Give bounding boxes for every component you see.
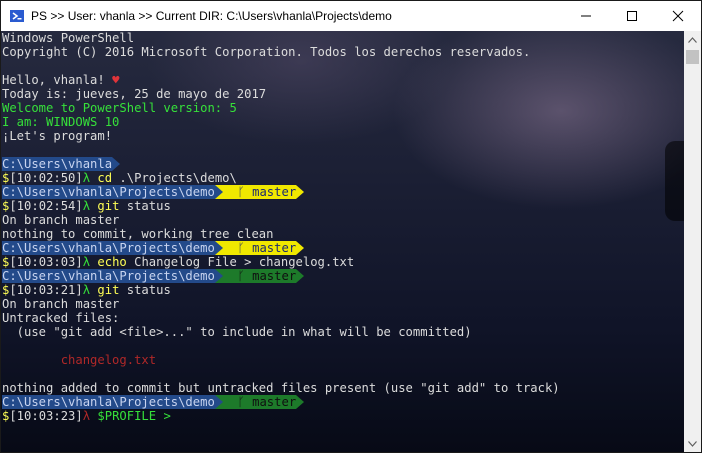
powershell-icon[interactable] (9, 8, 25, 24)
window-title: PS >> User: vhanla >> Current DIR: C:\Us… (31, 9, 392, 23)
command-line: $[10:03:03]λ echo Changelog File > chang… (2, 255, 685, 269)
prompt-path-segment: C:\Users\vhanla (2, 157, 113, 171)
git-branch-segment: ᚴ master (222, 269, 297, 283)
prompt-time: [10:02:50] (9, 171, 83, 185)
powerline-arrow-icon (214, 395, 223, 409)
command-line[interactable]: $[10:03:23]λ $PROFILE > (2, 409, 685, 423)
output-line: nothing to commit, working tree clean (2, 227, 274, 241)
prompt-path-line: C:\Users\vhanla (2, 157, 685, 171)
title-bar[interactable]: PS >> User: vhanla >> Current DIR: C:\Us… (1, 1, 701, 31)
command-name: git (97, 283, 120, 297)
command-name: echo (97, 255, 127, 269)
prompt-path-line: C:\Users\vhanla\Projects\demo ᚴ master (2, 241, 685, 255)
minimize-icon (581, 15, 591, 17)
header-line-1: Windows PowerShell (2, 31, 135, 45)
powerline-arrow-icon (296, 241, 305, 255)
letsgo-line: ¡Let's program! (2, 129, 113, 143)
powerline-arrow-icon (296, 395, 305, 409)
output-line: nothing added to commit but untracked fi… (2, 381, 560, 395)
output-line: On branch master (2, 297, 120, 311)
command-line: $[10:02:50]λ cd .\Projects\demo\ (2, 171, 685, 185)
powerline-arrow-icon (112, 157, 121, 171)
git-branch-segment: ᚴ master (222, 241, 297, 255)
command-args: .\Projects\demo\ (112, 171, 237, 185)
git-branch-name: master (244, 269, 297, 283)
prompt-path-segment: C:\Users\vhanla\Projects\demo (2, 185, 215, 199)
git-branch-icon: ᚴ (237, 395, 245, 409)
header-line-2: Copyright (C) 2016 Microsoft Corporation… (2, 45, 531, 59)
prompt-time: [10:03:21] (9, 283, 83, 297)
powerline-arrow-icon (214, 241, 223, 255)
minimize-button[interactable] (563, 1, 609, 31)
prompt-lambda: λ (82, 283, 98, 297)
command-args: status (119, 199, 171, 213)
prompt-path-segment: C:\Users\vhanla\Projects\demo (2, 395, 215, 409)
powerline-arrow-icon (296, 185, 305, 199)
greeting-line: Hello, vhanla! ♥ (2, 73, 685, 87)
prompt-path-line: C:\Users\vhanla\Projects\demo ᚴ master (2, 269, 685, 283)
prompt-path-line: C:\Users\vhanla\Projects\demo ᚴ master (2, 185, 685, 199)
close-icon (672, 10, 684, 22)
scroll-up-button[interactable] (684, 31, 701, 48)
prompt-time: [10:03:23] (9, 409, 83, 423)
command-args: > (156, 409, 171, 423)
output-line: Untracked files: (2, 311, 120, 325)
git-branch-name: master (244, 395, 297, 409)
heart-icon: ♥ (112, 73, 120, 87)
git-branch-name: master (244, 241, 297, 255)
command-args: Changelog File > changelog.txt (126, 255, 355, 269)
prompt-path-line: C:\Users\vhanla\Projects\demo ᚴ master (2, 395, 685, 409)
today-line: Today is: jueves, 25 de mayo de 2017 (2, 87, 267, 101)
prompt-lambda: λ (82, 171, 98, 185)
prompt-lambda: λ (82, 409, 98, 423)
output-line: (use "git add <file>..." to include in w… (2, 325, 472, 339)
greeting-text: Hello, vhanla! (2, 73, 113, 87)
prompt-path-segment: C:\Users\vhanla\Projects\demo (2, 269, 215, 283)
command-line: $[10:03:21]λ git status (2, 283, 685, 297)
powerline-arrow-icon (214, 185, 223, 199)
git-branch-icon: ᚴ (237, 185, 245, 199)
close-button[interactable] (655, 1, 701, 31)
maximize-icon (627, 11, 637, 21)
prompt-lambda: λ (82, 255, 98, 269)
maximize-button[interactable] (609, 1, 655, 31)
terminal-output: Windows PowerShell Copyright (C) 2016 Mi… (2, 31, 685, 423)
prompt-lambda: λ (82, 199, 98, 213)
vertical-scrollbar[interactable] (684, 31, 701, 452)
chevron-up-icon (688, 36, 697, 43)
prompt-time: [10:03:03] (9, 255, 83, 269)
command-args: status (119, 283, 171, 297)
prompt-time: [10:02:54] (9, 199, 83, 213)
command-input[interactable]: $PROFILE (97, 409, 156, 423)
prompt-path-segment: C:\Users\vhanla\Projects\demo (2, 241, 215, 255)
git-branch-icon: ᚴ (237, 269, 245, 283)
git-branch-icon: ᚴ (237, 241, 245, 255)
powershell-window: PS >> User: vhanla >> Current DIR: C:\Us… (0, 0, 702, 453)
command-name: cd (97, 171, 113, 185)
git-branch-name: master (244, 185, 297, 199)
chevron-down-icon (688, 440, 697, 447)
iam-line: I am: WINDOWS 10 (2, 115, 120, 129)
scroll-thumb[interactable] (686, 50, 699, 64)
powerline-arrow-icon (214, 269, 223, 283)
untracked-file-line: changelog.txt (2, 353, 157, 367)
git-branch-segment: ᚴ master (222, 395, 297, 409)
welcome-line: Welcome to PowerShell version: 5 (2, 101, 237, 115)
command-name: git (97, 199, 120, 213)
command-line: $[10:02:54]λ git status (2, 199, 685, 213)
terminal-area[interactable]: Windows PowerShell Copyright (C) 2016 Mi… (1, 31, 685, 452)
git-branch-segment: ᚴ master (222, 185, 297, 199)
scroll-down-button[interactable] (684, 435, 701, 452)
output-line: On branch master (2, 213, 120, 227)
powerline-arrow-icon (296, 269, 305, 283)
